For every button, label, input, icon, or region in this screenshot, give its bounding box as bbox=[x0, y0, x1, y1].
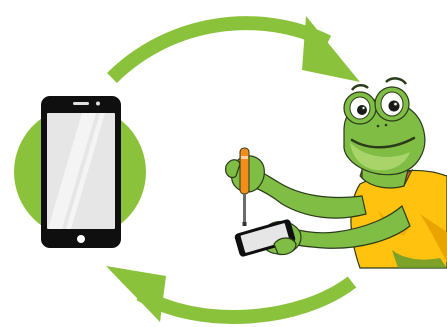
smartphone-icon bbox=[41, 96, 121, 248]
top-curved-arrow-icon bbox=[107, 16, 360, 83]
screwdriver-icon bbox=[239, 147, 250, 226]
illustration-stage bbox=[0, 0, 447, 327]
frog-left-arm bbox=[249, 167, 367, 219]
bottom-curved-arrow-icon bbox=[106, 266, 357, 324]
frog-mascot bbox=[225, 77, 447, 269]
illustration-svg bbox=[14, 16, 447, 324]
